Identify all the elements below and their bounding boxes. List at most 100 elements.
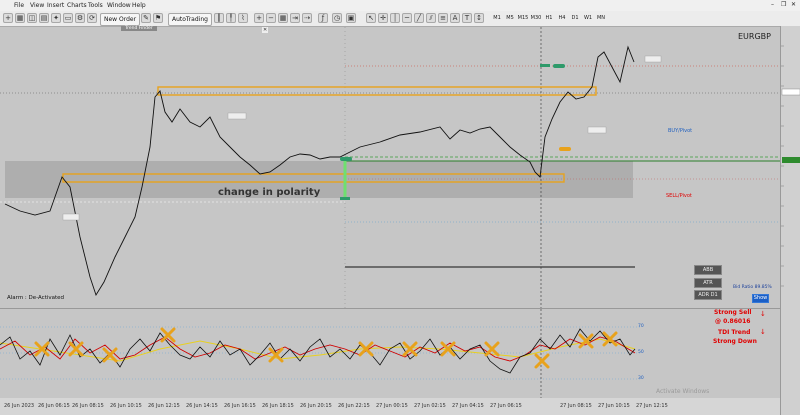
crosshair-icon[interactable]: ✛: [378, 13, 388, 23]
time-label: 26 Jun 14:15: [186, 403, 218, 409]
tf-w1[interactable]: W1: [581, 14, 595, 23]
price-ticks: [781, 45, 784, 287]
market-watch-icon[interactable]: ◫: [27, 13, 37, 23]
tf-m1[interactable]: M1: [490, 14, 504, 23]
navigator-icon[interactable]: ✦: [51, 13, 61, 23]
green-price-marker: [782, 157, 800, 163]
atr-button[interactable]: ATR: [694, 278, 722, 288]
autoscroll-icon[interactable]: ⇢: [302, 13, 312, 23]
green-pill-3: [340, 197, 350, 200]
menu-view[interactable]: View: [30, 2, 44, 9]
time-label: 26 Jun 16:15: [224, 403, 256, 409]
tdi-subwindow[interactable]: 70 50 30 Strong Sell ↓ @ 0.86016 TDI Tre…: [0, 308, 780, 399]
tf-h1[interactable]: H1: [542, 14, 556, 23]
price-tag-3: [587, 126, 607, 134]
strategy-tester-icon[interactable]: ⚙: [75, 13, 85, 23]
alarm-status: Alarm : De-Activated: [7, 295, 65, 301]
current-price-marker: [781, 88, 800, 96]
tdi-black-line: [0, 328, 636, 374]
close-indicator-icon[interactable]: ✕: [262, 27, 269, 33]
tf-d1[interactable]: D1: [568, 14, 582, 23]
time-label: 26 Jun 12:15: [148, 403, 180, 409]
tf-m15[interactable]: M15: [516, 14, 530, 23]
strong-sell-price: @ 0.86016: [715, 318, 751, 325]
upper-resistance-box: [157, 86, 597, 96]
profiles-icon[interactable]: ▦: [15, 13, 25, 23]
adr-button[interactable]: ADR D1: [694, 290, 722, 300]
activate-windows-watermark: Activate Windows: [656, 388, 710, 395]
menu-window[interactable]: Window: [107, 2, 131, 9]
arrows-icon[interactable]: ↕: [474, 13, 484, 23]
tile-windows-icon[interactable]: ▦: [278, 13, 288, 23]
close-icon[interactable]: ✕: [791, 1, 796, 8]
abb-button[interactable]: ABB: [694, 265, 722, 275]
indicator-label: Trend Finder: [121, 26, 157, 31]
tdi-label-70: 70: [638, 324, 644, 329]
trendline-icon[interactable]: ╱: [414, 13, 424, 23]
time-label: 27 Jun 02:15: [414, 403, 446, 409]
templates-icon[interactable]: ▣: [346, 13, 356, 23]
restore-icon[interactable]: ❐: [781, 1, 786, 8]
chart-shift-icon[interactable]: ⇥: [290, 13, 300, 23]
down-arrow-icon-2: ↓: [760, 328, 766, 336]
tf-m5[interactable]: M5: [503, 14, 517, 23]
time-label: 27 Jun 04:15: [452, 403, 484, 409]
minimize-icon[interactable]: –: [771, 1, 774, 8]
equidistant-channel-icon[interactable]: ⫽: [426, 13, 436, 23]
text-icon[interactable]: A: [450, 13, 460, 23]
zoom-out-icon[interactable]: −: [266, 13, 276, 23]
new-order-button[interactable]: New Order: [100, 13, 141, 26]
tf-h4[interactable]: H4: [555, 14, 569, 23]
tf-m30[interactable]: M30: [529, 14, 543, 23]
fibonacci-icon[interactable]: ≡: [438, 13, 448, 23]
menu-insert[interactable]: Insert: [47, 2, 64, 9]
horizontal-line-icon[interactable]: ─: [402, 13, 412, 23]
symbol-label: EURGBP: [738, 32, 771, 41]
periods-icon[interactable]: ◷: [332, 13, 342, 23]
autotrading-button[interactable]: AutoTrading: [168, 13, 212, 26]
label-icon[interactable]: T: [462, 13, 472, 23]
indicators-icon[interactable]: ƒ: [318, 13, 328, 23]
price-axis: [780, 26, 800, 415]
autotrading-label: AutoTrading: [172, 16, 208, 23]
data-window-icon[interactable]: ▤: [39, 13, 49, 23]
show-button[interactable]: Show: [752, 294, 769, 303]
menu-charts[interactable]: Charts: [67, 2, 87, 9]
tdi-chart-svg: [0, 309, 640, 399]
candlestick-icon[interactable]: ╿: [226, 13, 236, 23]
history-icon[interactable]: ⟳: [87, 13, 97, 23]
time-label: 26 Jun 20:15: [300, 403, 332, 409]
time-label: 27 Jun 12:15: [636, 403, 668, 409]
zoom-in-icon[interactable]: +: [254, 13, 264, 23]
menu-file[interactable]: File: [14, 2, 24, 9]
buy-pivot-label: BUY/Pivot: [668, 128, 693, 134]
time-label: 26 Jun 10:15: [110, 403, 142, 409]
strong-down-label: Strong Down: [713, 338, 757, 345]
polarity-annotation: change in polarity: [218, 187, 321, 198]
time-label: 26 Jun 18:15: [262, 403, 294, 409]
price-tag-2: [62, 213, 80, 221]
terminal-icon[interactable]: ▭: [63, 13, 73, 23]
time-label: 26 Jun 22:15: [338, 403, 370, 409]
line-chart-icon[interactable]: ⌇: [238, 13, 248, 23]
new-chart-icon[interactable]: +: [3, 13, 13, 23]
tf-mn[interactable]: MN: [594, 14, 608, 23]
vertical-line-icon[interactable]: │: [390, 13, 400, 23]
metaeditor-icon[interactable]: ✎: [141, 13, 151, 23]
time-label: 26 Jun 08:15: [72, 403, 104, 409]
menu-tools[interactable]: Tools: [88, 2, 103, 9]
price-chart-svg: [0, 27, 780, 308]
price-axis-svg: [781, 45, 800, 287]
menu-help[interactable]: Help: [132, 2, 146, 9]
time-axis: 26 Jun 2023 26 Jun 06:15 26 Jun 08:15 26…: [0, 398, 780, 415]
bar-chart-icon[interactable]: ┃: [214, 13, 224, 23]
time-label: 27 Jun 10:15: [598, 403, 630, 409]
time-label: 27 Jun 06:15: [490, 403, 522, 409]
time-label: 26 Jun 06:15: [38, 403, 70, 409]
price-tag-4: [644, 55, 662, 63]
options-icon[interactable]: ⚑: [153, 13, 163, 23]
main-chart[interactable]: Trend Finder ✕ EURGBP change in polarity…: [0, 26, 780, 308]
time-label: 27 Jun 00:15: [376, 403, 408, 409]
menu-bar: File View Insert Charts Tools Window Hel…: [0, 0, 800, 11]
cursor-icon[interactable]: ↖: [366, 13, 376, 23]
